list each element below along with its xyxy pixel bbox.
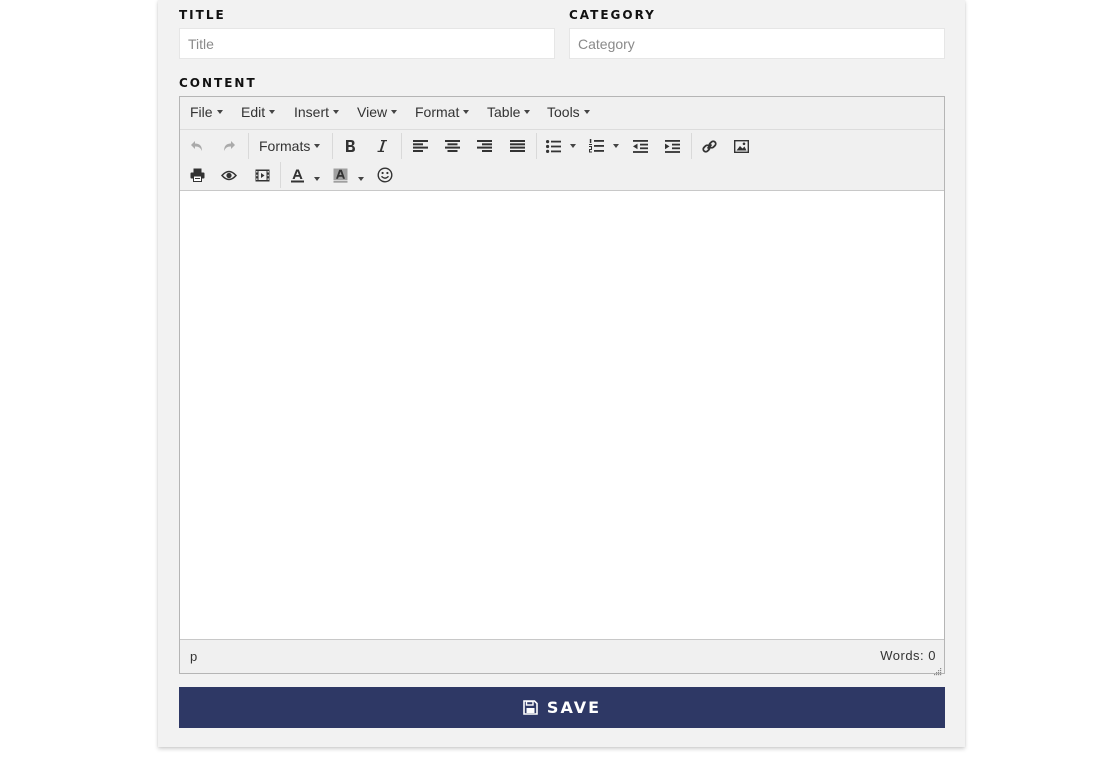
menu-format[interactable]: Format xyxy=(415,97,470,129)
word-count: Words: 0 xyxy=(880,648,936,663)
background-color-icon xyxy=(333,168,347,183)
text-color-button[interactable] xyxy=(284,162,310,188)
print-button[interactable] xyxy=(184,162,210,188)
italic-button[interactable] xyxy=(369,133,395,159)
emoticons-button[interactable] xyxy=(372,162,398,188)
insert-link-button[interactable] xyxy=(696,133,722,159)
undo-icon xyxy=(191,141,202,151)
indent-button[interactable] xyxy=(659,133,685,159)
redo-button[interactable] xyxy=(216,133,242,159)
insert-media-button[interactable] xyxy=(249,162,275,188)
chevron-down-icon xyxy=(583,110,590,115)
chevron-down-icon xyxy=(269,110,276,115)
bullet-list-icon xyxy=(545,139,561,153)
numbered-list-dropdown[interactable] xyxy=(613,144,619,148)
film-icon xyxy=(255,169,269,181)
editor-statusbar: p Words: 0 xyxy=(180,640,944,676)
undo-button[interactable] xyxy=(184,133,210,159)
chevron-down-icon xyxy=(463,110,470,115)
save-button[interactable]: SAVE xyxy=(179,687,945,728)
menu-table-label: Table xyxy=(487,104,521,120)
formats-dropdown[interactable]: Formats xyxy=(259,133,321,159)
category-label: CATEGORY xyxy=(569,8,656,22)
print-icon xyxy=(190,168,204,182)
preview-button[interactable] xyxy=(216,162,242,188)
numbered-list-icon xyxy=(588,139,604,153)
element-path[interactable]: p xyxy=(190,649,197,664)
toolbar-separator xyxy=(280,162,281,188)
chevron-down-icon xyxy=(524,110,531,115)
align-right-button[interactable] xyxy=(471,133,497,159)
smiley-icon xyxy=(377,167,393,183)
menu-tools-label: Tools xyxy=(547,104,580,120)
menu-table[interactable]: Table xyxy=(487,97,531,129)
resize-handle-icon[interactable] xyxy=(934,663,942,676)
chevron-down-icon xyxy=(314,144,321,149)
toolbar-separator xyxy=(536,133,537,159)
image-icon xyxy=(733,139,749,153)
align-justify-button[interactable] xyxy=(504,133,530,159)
category-input[interactable] xyxy=(569,28,945,59)
bullet-list-button[interactable] xyxy=(540,133,566,159)
menu-view-label: View xyxy=(357,104,388,120)
indent-icon xyxy=(664,139,680,153)
bold-icon xyxy=(346,140,355,152)
align-left-button[interactable] xyxy=(407,133,433,159)
toolbar-separator xyxy=(332,133,333,159)
chevron-down-icon xyxy=(391,110,398,115)
rich-text-editor: File Edit Insert View Format Table Tools… xyxy=(179,96,945,676)
align-justify-icon xyxy=(509,140,525,152)
menu-view[interactable]: View xyxy=(357,97,398,129)
floppy-disk-icon xyxy=(523,700,538,715)
form-panel: TITLE CATEGORY CONTENT File Edit Insert … xyxy=(158,0,965,747)
editor-content-area[interactable] xyxy=(180,190,944,640)
numbered-list-button[interactable] xyxy=(583,133,609,159)
toolbar-separator xyxy=(401,133,402,159)
toolbar-separator xyxy=(691,133,692,159)
toolbar-separator xyxy=(248,133,249,159)
title-label: TITLE xyxy=(179,8,226,22)
menu-insert[interactable]: Insert xyxy=(294,97,340,129)
text-color-dropdown[interactable] xyxy=(314,177,320,181)
bullet-list-dropdown[interactable] xyxy=(570,144,576,148)
bold-button[interactable] xyxy=(337,133,363,159)
menu-edit-label: Edit xyxy=(241,104,266,120)
editor-menubar: File Edit Insert View Format Table Tools xyxy=(180,97,944,130)
formats-label: Formats xyxy=(259,138,311,154)
menu-format-label: Format xyxy=(415,104,460,120)
chevron-down-icon xyxy=(216,110,223,115)
title-input[interactable] xyxy=(179,28,555,59)
align-center-icon xyxy=(444,140,460,152)
italic-icon xyxy=(377,140,387,152)
eye-icon xyxy=(221,170,237,180)
redo-icon xyxy=(224,141,235,151)
outdent-icon xyxy=(632,139,648,153)
align-left-icon xyxy=(412,140,428,152)
menu-insert-label: Insert xyxy=(294,104,330,120)
menu-tools[interactable]: Tools xyxy=(547,97,590,129)
save-button-label: SAVE xyxy=(546,698,602,717)
menu-file-label: File xyxy=(190,104,213,120)
background-color-button[interactable] xyxy=(327,162,353,188)
text-color-icon xyxy=(290,169,304,182)
outdent-button[interactable] xyxy=(627,133,653,159)
content-label: CONTENT xyxy=(179,76,257,90)
link-icon xyxy=(701,139,717,153)
insert-image-button[interactable] xyxy=(728,133,754,159)
align-center-button[interactable] xyxy=(439,133,465,159)
chevron-down-icon xyxy=(333,110,340,115)
menu-edit[interactable]: Edit xyxy=(241,97,276,129)
menu-file[interactable]: File xyxy=(190,97,223,129)
background-color-dropdown[interactable] xyxy=(358,177,364,181)
align-right-icon xyxy=(476,140,492,152)
